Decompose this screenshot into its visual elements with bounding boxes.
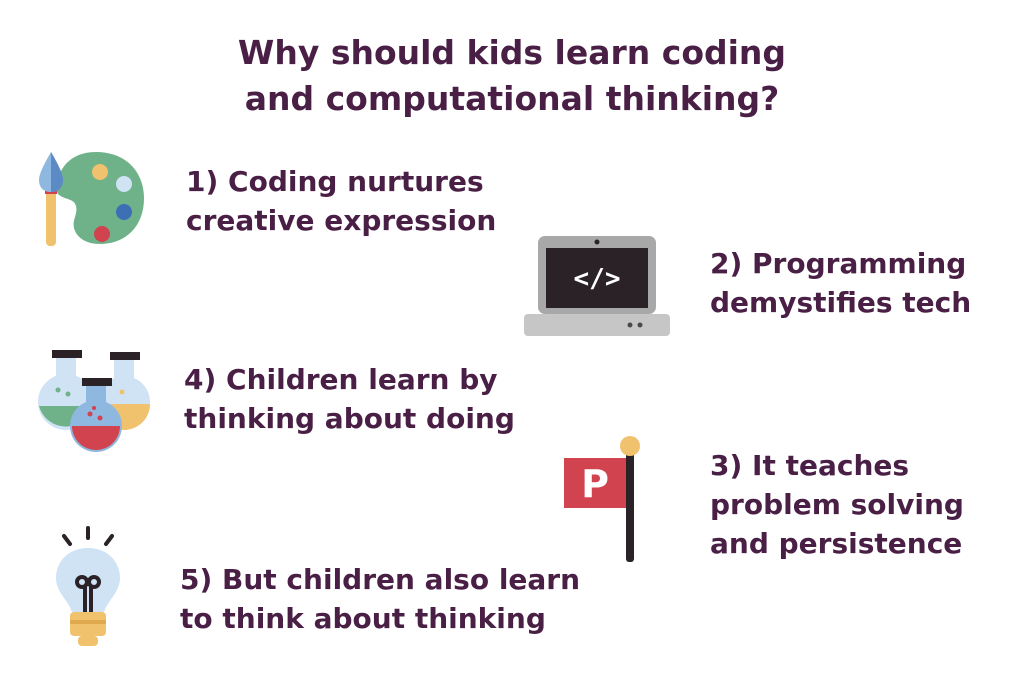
reason-1-text: 1) Coding nurtures creative expression [186, 165, 497, 237]
flag-pole [626, 446, 634, 562]
palette-dot-yellow [92, 164, 108, 180]
flag-pole-top [620, 436, 640, 456]
page-title: Why should kids learn coding and computa… [0, 30, 1024, 122]
reason-2-text: 2) Programming demystifies tech [710, 247, 972, 319]
laptop-camera [594, 239, 600, 245]
paint-palette-icon [36, 148, 148, 250]
palette-dot-red [94, 226, 110, 242]
palette-dot-blue [116, 204, 132, 220]
code-symbol: </> [574, 264, 621, 294]
reason-5-text: 5) But children also learn to think abou… [180, 563, 581, 635]
lab-flasks-icon [36, 348, 154, 454]
laptop-base [524, 314, 670, 336]
light-bulb-icon [52, 526, 124, 650]
laptop-code-icon: </> [524, 234, 670, 338]
title-line-1: Why should kids learn coding [237, 33, 787, 72]
reason-3-text: 3) It teaches problem solving and persis… [710, 449, 964, 560]
flag-letter: P [581, 462, 609, 506]
reason-4-text: 4) Children learn by thinking about doin… [184, 363, 515, 435]
title-line-2: and computational thinking? [244, 79, 780, 118]
palette-dot-lightblue [116, 176, 132, 192]
brush-handle [46, 188, 56, 246]
flag-icon: P [562, 432, 646, 564]
